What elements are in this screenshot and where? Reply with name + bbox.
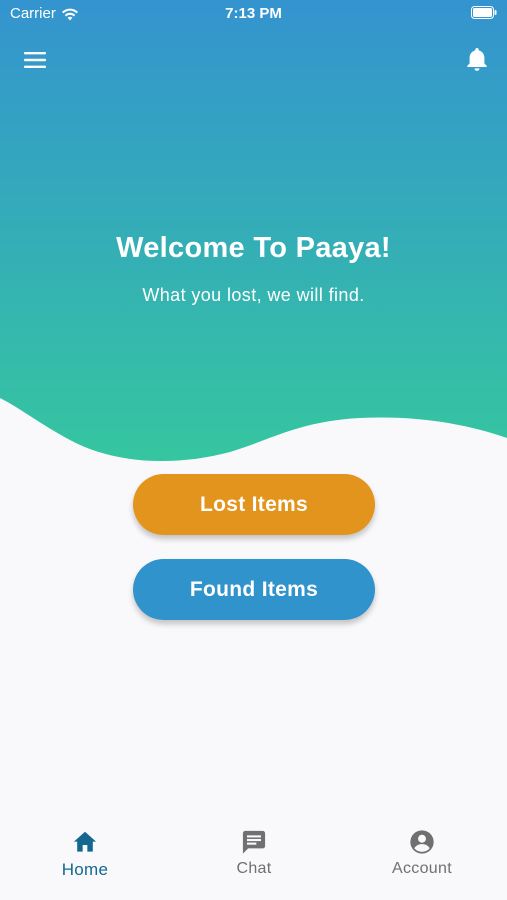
home-icon [73,831,97,852]
welcome-title: Welcome To Paaya! [116,232,391,264]
status-bar: Carrier 7:13 PM [0,0,507,28]
home-screen: Carrier 7:13 PM Welcome To Paaya! What y… [0,0,507,900]
welcome-subtitle: What you lost, we will find. [142,285,365,305]
nav-item-home[interactable]: Home [25,828,145,892]
nav-item-account[interactable]: Account [362,828,482,892]
bell-icon [467,48,487,71]
chat-icon [242,830,266,854]
nav-item-chat[interactable]: Chat [194,828,314,892]
battery-icon [471,6,497,19]
nav-label-home: Home [61,860,109,879]
found-items-button[interactable]: Found Items [133,559,375,620]
hamburger-menu-icon [24,52,46,68]
nav-label-chat: Chat [236,860,272,877]
account-circle-icon [410,830,434,854]
nav-label-account: Account [392,860,452,877]
bottom-navigation: Home Chat Account [0,820,507,900]
notifications-button[interactable] [465,46,489,72]
status-time: 7:13 PM [225,5,282,22]
menu-button[interactable] [22,48,48,72]
lost-items-button[interactable]: Lost Items [133,474,375,535]
